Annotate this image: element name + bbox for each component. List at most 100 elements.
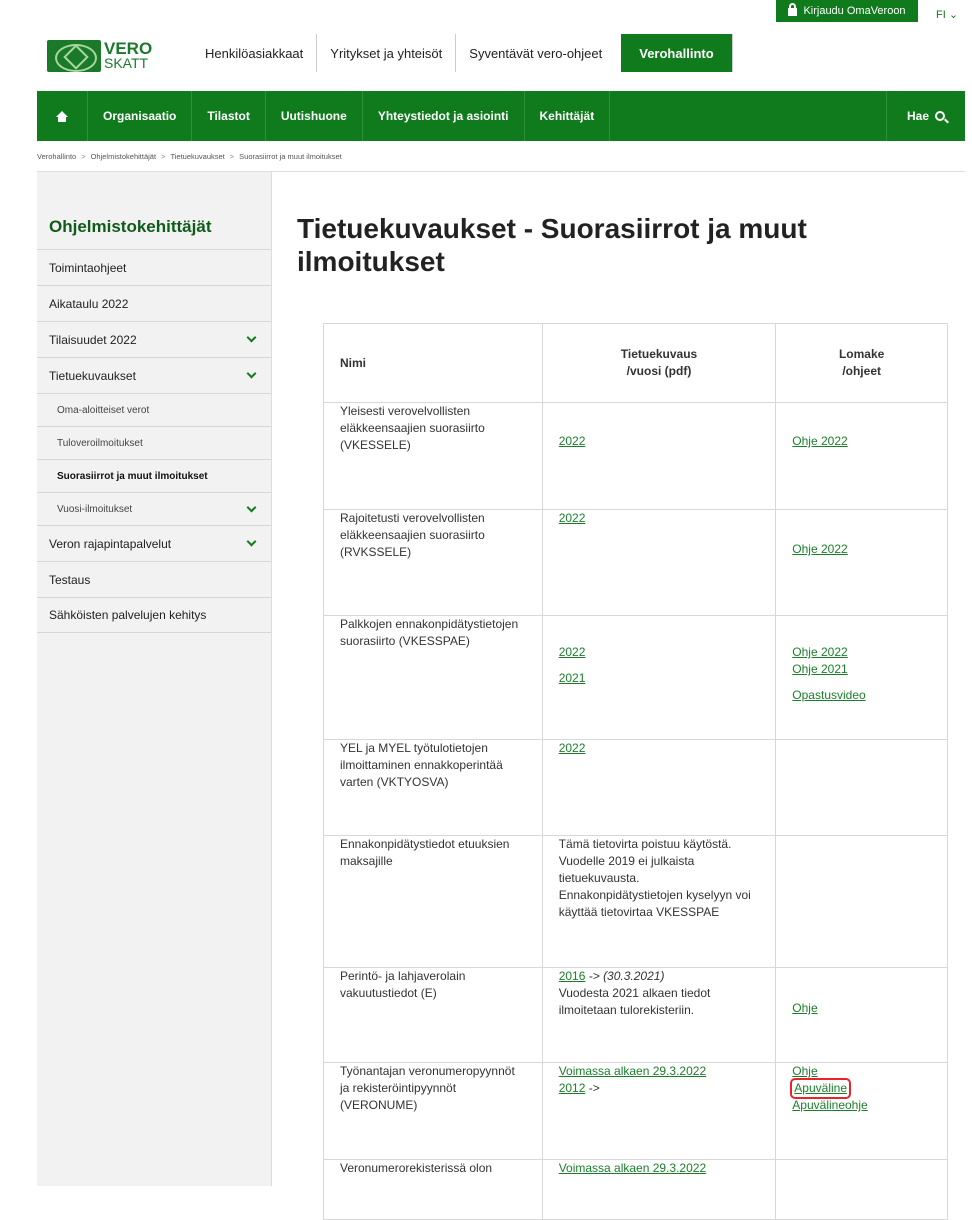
row-form: Ohje 2022: [775, 509, 948, 616]
table-row: Työnantajan veronumeropyynnöt ja rekiste…: [323, 1062, 948, 1160]
nav-syventavat[interactable]: Syventävät vero-ohjeet: [456, 34, 615, 72]
row-desc: 2022: [541, 739, 777, 836]
chevron-down-icon[interactable]: [246, 332, 257, 343]
logo-text: VERO SKATT: [104, 40, 152, 70]
logo-emblem-icon: [47, 40, 101, 72]
table-row: Rajoitetusti verovelvollisten eläkkeensa…: [323, 509, 948, 616]
sidebar-list: Toimintaohjeet Aikataulu 2022 Tilaisuude…: [37, 249, 271, 633]
desc-link[interactable]: 2022: [559, 644, 760, 661]
desc-suffix: ->: [585, 1081, 600, 1095]
vero-logo[interactable]: VERO SKATT: [47, 40, 152, 72]
main-nav-kehittajat[interactable]: Kehittäjät: [525, 91, 611, 141]
sidebar-subitem-vuosi-ilmoitukset[interactable]: Vuosi-ilmoitukset: [37, 492, 271, 525]
column-header-desc: Tietuekuvaus/vuosi (pdf): [541, 323, 777, 403]
sidebar-subitem-tuloveroilmoitukset[interactable]: Tuloveroilmoitukset: [37, 426, 271, 459]
sidebar-item-label: Sähköisten palvelujen kehitys: [49, 608, 207, 622]
breadcrumb-verohallinto[interactable]: Verohallinto: [37, 152, 76, 161]
search-button[interactable]: Hae: [887, 91, 965, 141]
row-desc: Voimassa alkaen 29.3.2022: [541, 1159, 777, 1220]
table-row: Perintö- ja lahjaverolain vakuutustiedot…: [323, 967, 948, 1063]
desc-line: 2012 ->: [559, 1080, 760, 1097]
main-nav-uutishuone[interactable]: Uutishuone: [266, 91, 363, 141]
breadcrumb-separator: >: [161, 152, 166, 161]
desc-link[interactable]: 2022: [559, 740, 760, 757]
language-selector[interactable]: FI ⌄: [936, 8, 958, 21]
desc-note: Vuodesta 2021 alkaen tiedot ilmoitetaan …: [558, 986, 711, 1017]
form-link[interactable]: Ohje: [792, 1063, 931, 1080]
page-title: Tietuekuvaukset - Suorasiirrot ja muut i…: [297, 213, 807, 277]
breadcrumb-separator: >: [229, 152, 235, 161]
column-header-name: Nimi: [323, 323, 543, 403]
nav-yritykset[interactable]: Yritykset ja yhteisöt: [317, 34, 457, 72]
sidebar-item-label: Tietuekuvaukset: [49, 368, 136, 383]
row-desc: 2022 2021: [541, 615, 777, 740]
sidebar-item-testaus[interactable]: Testaus: [37, 561, 271, 597]
apuvaline-link[interactable]: Apuväline: [790, 1078, 852, 1099]
site-header: VERO SKATT Henkilöasiakkaat Yritykset ja…: [0, 26, 972, 90]
row-desc: Tämä tietovirta poistuu käytöstä. Vuodel…: [541, 835, 777, 968]
desc-link[interactable]: 2016: [559, 969, 586, 983]
sidebar-item-rajapintapalvelut[interactable]: Veron rajapintapalvelut: [37, 525, 271, 561]
row-name: YEL ja MYEL työtulotietojen ilmoittamine…: [323, 739, 543, 836]
main-nav-organisaatio[interactable]: Organisaatio: [88, 91, 193, 141]
chevron-down-icon[interactable]: [246, 536, 257, 547]
form-link[interactable]: Ohje 2021: [792, 661, 931, 678]
desc-suffix: -> (30.3.2021): [585, 969, 665, 983]
sidebar-item-toimintaohjeet[interactable]: Toimintaohjeet: [37, 249, 271, 285]
breadcrumb-tietuekuvaukset[interactable]: Tietuekuvaukset: [170, 152, 224, 161]
main-nav: Organisaatio Tilastot Uutishuone Yhteyst…: [37, 91, 965, 141]
row-desc: 2016 -> (30.3.2021) Vuodesta 2021 alkaen …: [541, 967, 777, 1063]
login-button[interactable]: Kirjaudu OmaVeroon: [776, 0, 918, 22]
sidebar-item-tilaisuudet[interactable]: Tilaisuudet 2022: [37, 321, 271, 357]
sidebar-item-tietuekuvaukset[interactable]: Tietuekuvaukset: [37, 357, 271, 393]
login-label: Kirjaudu OmaVeroon: [803, 5, 906, 17]
main-nav-tilastot[interactable]: Tilastot: [192, 91, 266, 141]
desc-link[interactable]: 2022: [559, 510, 760, 527]
desc-link[interactable]: Voimassa alkaen 29.3.2022: [559, 1063, 760, 1080]
main-nav-yhteystiedot[interactable]: Yhteystiedot ja asiointi: [363, 91, 525, 141]
chevron-down-icon[interactable]: [246, 502, 257, 512]
nav-henkiloasiakkaat[interactable]: Henkilöasiakkaat: [192, 34, 318, 72]
sidebar-item-aikataulu[interactable]: Aikataulu 2022: [37, 285, 271, 321]
video-link[interactable]: Opastusvideo: [792, 687, 931, 704]
chevron-down-icon[interactable]: [246, 368, 257, 379]
sidebar-subitem-oma-aloitteiset[interactable]: Oma-aloitteiset verot: [37, 393, 271, 426]
row-form: Ohje: [775, 967, 948, 1063]
row-form: [775, 739, 948, 836]
column-header-form-line2: /ohjeet: [842, 364, 881, 378]
form-link[interactable]: Ohje 2022: [792, 433, 931, 450]
breadcrumb: Verohallinto > Ohjelmistokehittäjät > Ti…: [37, 152, 342, 161]
search-label: Hae: [906, 109, 929, 123]
home-icon: [56, 110, 68, 122]
row-form: Ohje 2022: [775, 402, 948, 510]
desc-link[interactable]: 2022: [559, 433, 760, 450]
table-header-row: Nimi Tietuekuvaus/vuosi (pdf) Lomake/ohj…: [323, 323, 948, 403]
sidebar-subitem-suorasiirrot[interactable]: Suorasiirrot ja muut ilmoitukset: [37, 459, 271, 492]
breadcrumb-ohjelmistokehittajat[interactable]: Ohjelmistokehittäjät: [91, 152, 156, 161]
sidebar-item-sahkoiset-palvelut[interactable]: Sähköisten palvelujen kehitys: [37, 597, 271, 633]
sidebar-item-label: Veron rajapintapalvelut: [49, 536, 172, 551]
row-form: [775, 835, 948, 968]
home-button[interactable]: [37, 91, 88, 141]
utility-bar: Kirjaudu OmaVeroon FI ⌄: [0, 0, 972, 26]
desc-link[interactable]: 2021: [559, 670, 760, 687]
sidebar-item-label: Tilaisuudet 2022: [49, 332, 137, 347]
form-link[interactable]: Ohje 2022: [792, 644, 931, 661]
form-link[interactable]: Ohje: [792, 1000, 931, 1017]
breadcrumb-current: Suorasiirrot ja muut ilmoitukset: [239, 152, 342, 161]
nav-verohallinto[interactable]: Verohallinto: [621, 34, 733, 72]
form-link[interactable]: Ohje 2022: [792, 541, 931, 558]
sidebar-item-label: Tuloveroilmoitukset: [57, 437, 143, 449]
lock-icon: [788, 3, 798, 16]
row-desc: 2022: [541, 402, 777, 510]
apuvalineohje-link[interactable]: Apuvälineohje: [792, 1097, 931, 1114]
row-name: Ennakonpidätystiedot etuuksien maksajill…: [323, 835, 543, 968]
row-name: Rajoitetusti verovelvollisten eläkkeensa…: [323, 509, 543, 616]
desc-link[interactable]: 2012: [559, 1081, 586, 1095]
row-desc: Voimassa alkaen 29.3.2022 2012 ->: [541, 1062, 777, 1160]
row-form: Ohje Apuväline Apuvälineohje: [775, 1062, 948, 1160]
desc-link[interactable]: Voimassa alkaen 29.3.2022: [559, 1160, 760, 1177]
desc-line: 2016 -> (30.3.2021): [559, 968, 760, 985]
table-row: Palkkojen ennakonpidätystietojen suorasi…: [323, 615, 948, 740]
sidebar-title[interactable]: Ohjelmistokehittäjät: [49, 217, 211, 237]
